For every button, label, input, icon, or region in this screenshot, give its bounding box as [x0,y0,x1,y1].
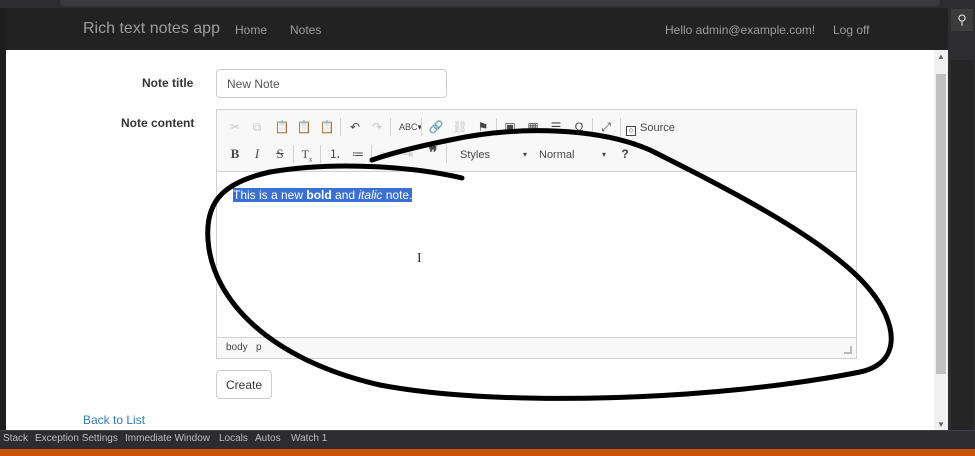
path-element-body[interactable]: body [226,342,248,353]
cut-icon[interactable]: ✂ [225,117,245,137]
scroll-up-arrow-icon[interactable]: ▲ [934,50,948,64]
special-char-icon[interactable]: Ω [569,117,589,137]
toolbar-separator [592,118,593,136]
search-icon[interactable]: ⚲ [951,9,973,31]
ide-tab-autos[interactable]: Autos [255,433,281,444]
nav-home-link[interactable]: Home [235,23,267,37]
format-dropdown[interactable]: Normal ▾ [533,146,611,164]
source-button-label: Source [640,122,675,134]
toolbar-separator [620,118,621,136]
ide-tab-exception-settings[interactable]: Exception Settings [35,433,118,444]
bulleted-list-icon[interactable]: ≔ [348,144,368,164]
remove-format-icon[interactable]: Tx [297,144,317,164]
redo-icon[interactable]: ↷ [367,117,387,137]
strikethrough-button[interactable]: S [270,144,290,164]
styles-dropdown[interactable]: Styles ▾ [454,146,532,164]
anchor-icon[interactable]: ⚑ [473,117,493,137]
indent-icon[interactable]: ⇥ [398,144,418,164]
ide-tab-immediate-window[interactable]: Immediate Window [125,433,210,444]
note-paragraph[interactable]: This is a new bold and italic note. [233,188,413,203]
chevron-down-icon: ▾ [522,150,527,159]
toolbar-separator [390,118,391,136]
toolbar-separator [446,145,447,163]
paste-text-icon[interactable]: 📋 [294,117,314,137]
editor-toolbar: ✂ ⧉ 📋 📋 📋 ↶ ↷ ABC▾ 🔗 ⛓ ⚑ ▣ ▦ ☰ Ω ⤢ ◇ Sour… [217,110,856,172]
editor-content-area[interactable]: This is a new bold and italic note. I [217,173,856,337]
blockquote-icon[interactable]: ❞ [423,144,443,164]
ide-side-strip [951,60,973,430]
paste-icon[interactable]: 📋 [272,117,292,137]
ide-tab-locals[interactable]: Locals [219,433,248,444]
ide-tab-stack[interactable]: Stack [3,433,28,444]
undo-icon[interactable]: ↶ [345,117,365,137]
toolbar-separator [340,118,341,136]
logoff-link[interactable]: Log off [833,23,869,37]
text-run: This is a new [233,188,307,202]
bold-text: bold [306,188,332,202]
help-icon[interactable]: ? [615,144,635,164]
user-greeting-link[interactable]: Hello admin@example.com! [665,23,815,37]
rich-text-editor: ✂ ⧉ 📋 📋 📋 ↶ ↷ ABC▾ 🔗 ⛓ ⚑ ▣ ▦ ☰ Ω ⤢ ◇ Sour… [216,109,857,359]
ide-right-panel: ⚲ [948,0,975,436]
nav-notes-link[interactable]: Notes [290,23,321,37]
text-run: note. [382,188,413,202]
toolbar-separator [496,118,497,136]
selected-text: This is a new bold and italic note. [233,188,413,202]
note-title-input[interactable] [216,69,447,98]
copy-icon[interactable]: ⧉ [247,117,267,137]
path-element-p[interactable]: p [256,342,262,353]
link-icon[interactable]: 🔗 [426,117,446,137]
bold-button[interactable]: B [225,144,245,164]
format-dropdown-label: Normal [539,149,575,161]
table-icon[interactable]: ▦ [523,117,543,137]
unlink-icon[interactable]: ⛓ [450,117,470,137]
note-content-label: Note content [121,116,195,130]
italic-button[interactable]: I [247,144,267,164]
numbered-list-icon[interactable]: ⒈ [325,144,345,164]
note-title-label: Note title [142,76,194,90]
vertical-scrollbar[interactable]: ▲ ▼ [934,50,948,432]
toolbar-separator [421,118,422,136]
outdent-icon[interactable]: ⇤ [375,144,395,164]
ide-bottom-tool-tabs: Stack Exception Settings Immediate Windo… [0,430,975,450]
spellcheck-icon[interactable]: ABC▾ [399,117,422,137]
brand-link[interactable]: Rich text notes app [83,20,220,38]
browser-viewport: Rich text notes app Home Notes Hello adm… [6,8,948,432]
paste-word-icon[interactable]: 📋 [317,117,337,137]
text-run: and [331,188,359,202]
source-icon: ◇ [626,126,636,136]
toolbar-separator [293,145,294,163]
ide-top-bar [0,0,975,8]
editor-elements-path: body p [217,337,856,358]
chevron-down-icon: ▾ [601,150,606,159]
source-button[interactable]: ◇ Source [626,119,675,137]
toolbar-separator [371,145,372,163]
toolbar-separator [320,145,321,163]
text-cursor-icon: I [417,251,422,266]
ide-document-tab [60,0,940,6]
italic-text: italic [358,188,383,202]
resize-grip-icon[interactable] [844,346,852,354]
navbar: Rich text notes app Home Notes Hello adm… [6,8,948,50]
styles-dropdown-label: Styles [460,149,490,161]
create-button[interactable]: Create [216,370,272,399]
ide-status-bar [0,449,975,456]
scrollbar-thumb[interactable] [936,74,946,374]
horizontal-line-icon[interactable]: ☰ [546,117,566,137]
image-icon[interactable]: ▣ [500,117,520,137]
back-to-list-link[interactable]: Back to List [83,413,145,427]
maximize-icon[interactable]: ⤢ [596,117,616,137]
ide-tab-watch-1[interactable]: Watch 1 [291,433,327,444]
